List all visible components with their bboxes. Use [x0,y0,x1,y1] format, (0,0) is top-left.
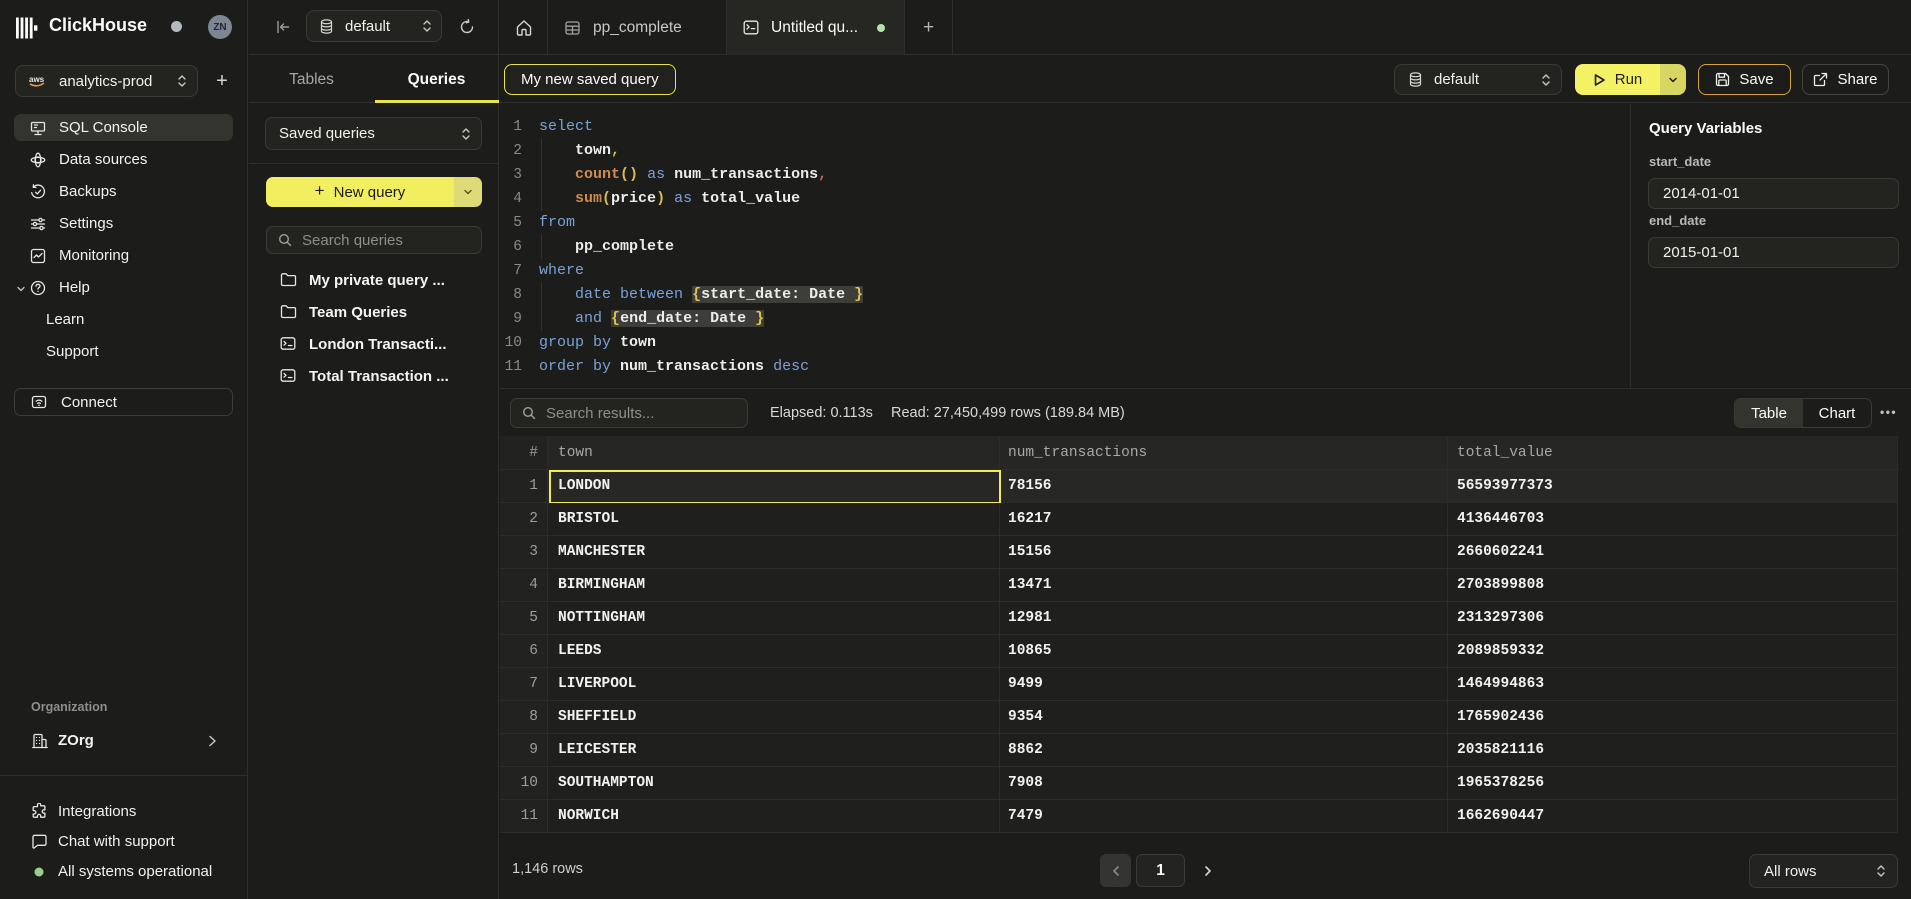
svg-text:aws: aws [29,75,45,84]
